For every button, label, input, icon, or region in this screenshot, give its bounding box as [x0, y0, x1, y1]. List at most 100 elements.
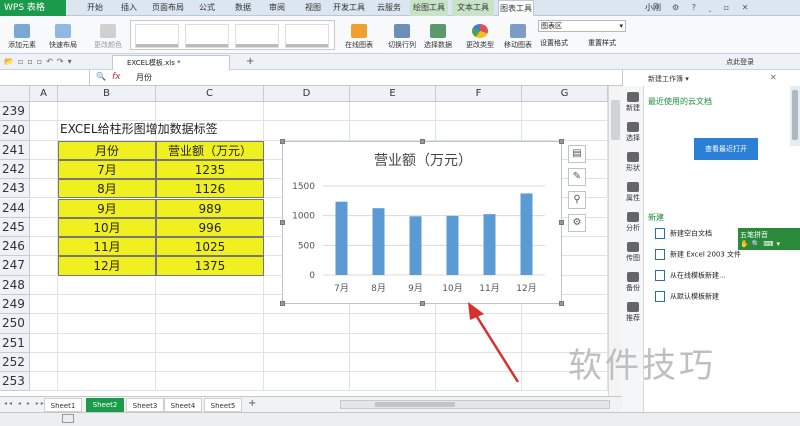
grid-cell[interactable] [30, 121, 58, 141]
ime-toolbar[interactable]: 五笔拼音 ✋🔍⌨▾ [738, 228, 800, 250]
chart-style-brush-icon[interactable]: ✎ [568, 168, 586, 186]
grid-cell[interactable] [30, 237, 58, 257]
column-header[interactable]: G [522, 86, 608, 102]
grid-cell[interactable] [156, 372, 264, 392]
task-pane-tab[interactable]: 推荐 [622, 302, 644, 323]
online-chart-button[interactable]: 在线图表 [340, 22, 378, 50]
row-header[interactable]: 247 [0, 256, 30, 276]
grid-cell[interactable] [58, 275, 156, 295]
resize-handle[interactable] [559, 139, 564, 144]
ribbon-tab[interactable]: 审阅 [262, 0, 292, 16]
bar[interactable] [446, 215, 459, 275]
chart-style-thumb[interactable] [285, 24, 329, 48]
horizontal-scrollbar[interactable] [340, 400, 610, 409]
reset-style-button[interactable]: 重置样式 [588, 38, 616, 48]
task-pane-tab[interactable]: 备份 [622, 272, 644, 293]
grid-cell[interactable] [156, 352, 264, 373]
row-header[interactable]: 239 [0, 102, 30, 122]
new-file-item[interactable]: 从在线模板新建... [655, 270, 726, 281]
grid-cell[interactable] [30, 140, 58, 160]
grid-cell[interactable] [436, 102, 522, 122]
table-header-cell[interactable]: 月份 [58, 140, 156, 160]
grid-cell[interactable] [30, 256, 58, 276]
table-cell[interactable]: 10月 [58, 217, 156, 238]
column-header[interactable]: B [58, 86, 156, 102]
file-tab[interactable]: EXCEL模板.xls * [112, 55, 230, 70]
ribbon-tab[interactable]: 开始 [80, 0, 110, 16]
status-icon[interactable] [62, 414, 74, 423]
grid-cell[interactable] [156, 102, 264, 122]
move-chart-button[interactable]: 移动图表 [500, 22, 536, 50]
grid-cell[interactable] [58, 372, 156, 392]
grid-cell[interactable] [30, 333, 58, 353]
resize-handle[interactable] [420, 139, 425, 144]
formula-input[interactable]: 月份 [136, 70, 152, 86]
chart-style-thumb[interactable] [185, 24, 229, 48]
bar[interactable] [520, 193, 533, 275]
task-pane-scrollbar[interactable] [790, 86, 800, 146]
row-header[interactable]: 245 [0, 217, 30, 238]
window-controls[interactable]: ⚙ ? ‸ ▫ ✕ [672, 3, 800, 13]
task-pane-tab[interactable]: 选择 [622, 122, 644, 143]
sheet-tab[interactable]: Sheet3 [126, 398, 164, 412]
grid-cell[interactable] [30, 179, 58, 199]
task-pane-tab[interactable]: 新建 [622, 92, 644, 113]
grid-cell[interactable] [522, 314, 608, 334]
user-name[interactable]: 小刚 [645, 2, 661, 13]
table-cell[interactable]: 12月 [58, 256, 156, 276]
ribbon-tab[interactable]: 绘图工具 [410, 0, 448, 16]
grid-cell[interactable] [350, 352, 436, 373]
column-header[interactable]: D [264, 86, 350, 102]
grid-cell[interactable] [58, 352, 156, 373]
login-link[interactable]: 点此登录 [726, 57, 754, 67]
zoom-icon[interactable]: 🔍 [96, 72, 106, 81]
grid-cell[interactable] [30, 102, 58, 122]
row-header[interactable]: 251 [0, 333, 30, 353]
grid-cell[interactable] [350, 372, 436, 392]
resize-handle[interactable] [280, 301, 285, 306]
ribbon-tab[interactable]: 页面布局 [148, 0, 188, 16]
new-file-item[interactable]: 从默认模板新建 [655, 291, 719, 302]
grid-cell[interactable] [30, 314, 58, 334]
grid-cell[interactable] [156, 333, 264, 353]
name-box[interactable] [0, 70, 90, 86]
quick-layout-button[interactable]: 快速布局 [44, 22, 82, 50]
sheet-tab[interactable]: Sheet4 [164, 398, 202, 412]
grid-cell[interactable] [30, 198, 58, 218]
row-header[interactable]: 244 [0, 198, 30, 218]
ribbon-tab[interactable]: 视图 [298, 0, 328, 16]
chart-filter-icon[interactable]: ⚲ [568, 191, 586, 209]
resize-handle[interactable] [280, 220, 285, 225]
column-header[interactable]: F [436, 86, 522, 102]
table-cell[interactable]: 1375 [156, 256, 264, 276]
row-header[interactable]: 253 [0, 372, 30, 392]
close-icon[interactable]: ✕ [770, 73, 777, 82]
row-header[interactable]: 242 [0, 159, 30, 180]
grid-cell[interactable] [522, 121, 608, 141]
select-all-corner[interactable] [0, 86, 30, 102]
grid-cell[interactable] [30, 372, 58, 392]
ribbon-tab[interactable]: 数据 [228, 0, 258, 16]
scrollbar-thumb[interactable] [611, 100, 620, 140]
row-header[interactable]: 250 [0, 314, 30, 334]
ime-icons[interactable]: ✋🔍⌨▾ [740, 240, 798, 248]
table-cell[interactable]: 9月 [58, 198, 156, 218]
resize-handle[interactable] [280, 139, 285, 144]
switch-row-col-button[interactable]: 切换行列 [384, 22, 420, 50]
grid-cell[interactable] [350, 314, 436, 334]
row-header[interactable]: 252 [0, 352, 30, 373]
ribbon-tab[interactable]: 文本工具 [452, 0, 494, 16]
grid-cell[interactable] [350, 121, 436, 141]
bar[interactable] [335, 201, 348, 275]
table-cell[interactable]: 996 [156, 217, 264, 238]
change-type-button[interactable]: 更改类型 [462, 22, 498, 50]
table-cell[interactable]: 8月 [58, 179, 156, 199]
grid-cell[interactable] [436, 121, 522, 141]
grid-cell[interactable] [58, 102, 156, 122]
grid-cell[interactable] [350, 333, 436, 353]
table-cell[interactable]: 1235 [156, 159, 264, 180]
add-element-button[interactable]: 添加元素 [4, 22, 40, 50]
select-data-button[interactable]: 选择数据 [420, 22, 456, 50]
task-pane-tab[interactable]: 形状 [622, 152, 644, 173]
grid-cell[interactable] [58, 295, 156, 315]
